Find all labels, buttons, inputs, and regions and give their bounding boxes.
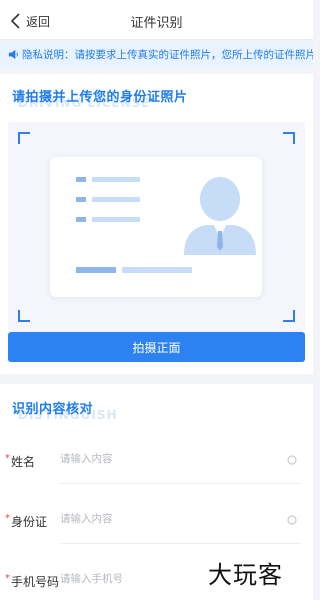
field-label: 手机号码 — [11, 575, 60, 589]
clear-icon[interactable] — [286, 514, 298, 526]
scan-corner — [283, 310, 295, 322]
id-number-field-row: * 身份证 — [0, 494, 313, 544]
scan-corner — [18, 310, 30, 322]
id-card-illustration — [50, 157, 262, 297]
nav-bar: 返回 证件识别 — [0, 0, 313, 40]
id-card-icon — [76, 177, 256, 273]
required-mark: * — [5, 513, 10, 524]
required-mark: * — [5, 453, 10, 464]
scan-corner — [18, 132, 30, 144]
verify-section-title: 识别内容核对 — [12, 402, 94, 417]
page-title: 证件识别 — [130, 16, 183, 31]
scan-corner — [283, 132, 295, 144]
name-input[interactable] — [60, 446, 260, 472]
clear-icon[interactable] — [286, 454, 298, 466]
field-label: 姓名 — [11, 455, 36, 469]
divider — [60, 543, 301, 544]
divider — [60, 483, 301, 484]
capture-front-button[interactable]: 拍摄正面 — [8, 332, 305, 362]
id-upload-section: DRIVING LICENSE 请拍摄并上传您的身份证照片 拍摄正面 — [0, 74, 313, 374]
brand-watermark: 大玩客 — [208, 561, 283, 589]
name-field-row: * 姓名 — [0, 434, 313, 484]
speaker-icon — [8, 49, 18, 59]
privacy-notice-text: 隐私说明：请按要求上传真实的证件照片，您所上传的证件照片仅用于身份核验 — [22, 48, 313, 61]
required-mark: * — [5, 573, 10, 584]
id-capture-area[interactable] — [8, 122, 305, 332]
privacy-notice: 隐私说明：请按要求上传真实的证件照片，您所上传的证件照片仅用于身份核验 — [0, 41, 313, 67]
field-label: 身份证 — [11, 515, 48, 529]
id-number-input[interactable] — [60, 506, 260, 532]
upload-section-title: 请拍摄并上传您的身份证照片 — [12, 90, 188, 105]
